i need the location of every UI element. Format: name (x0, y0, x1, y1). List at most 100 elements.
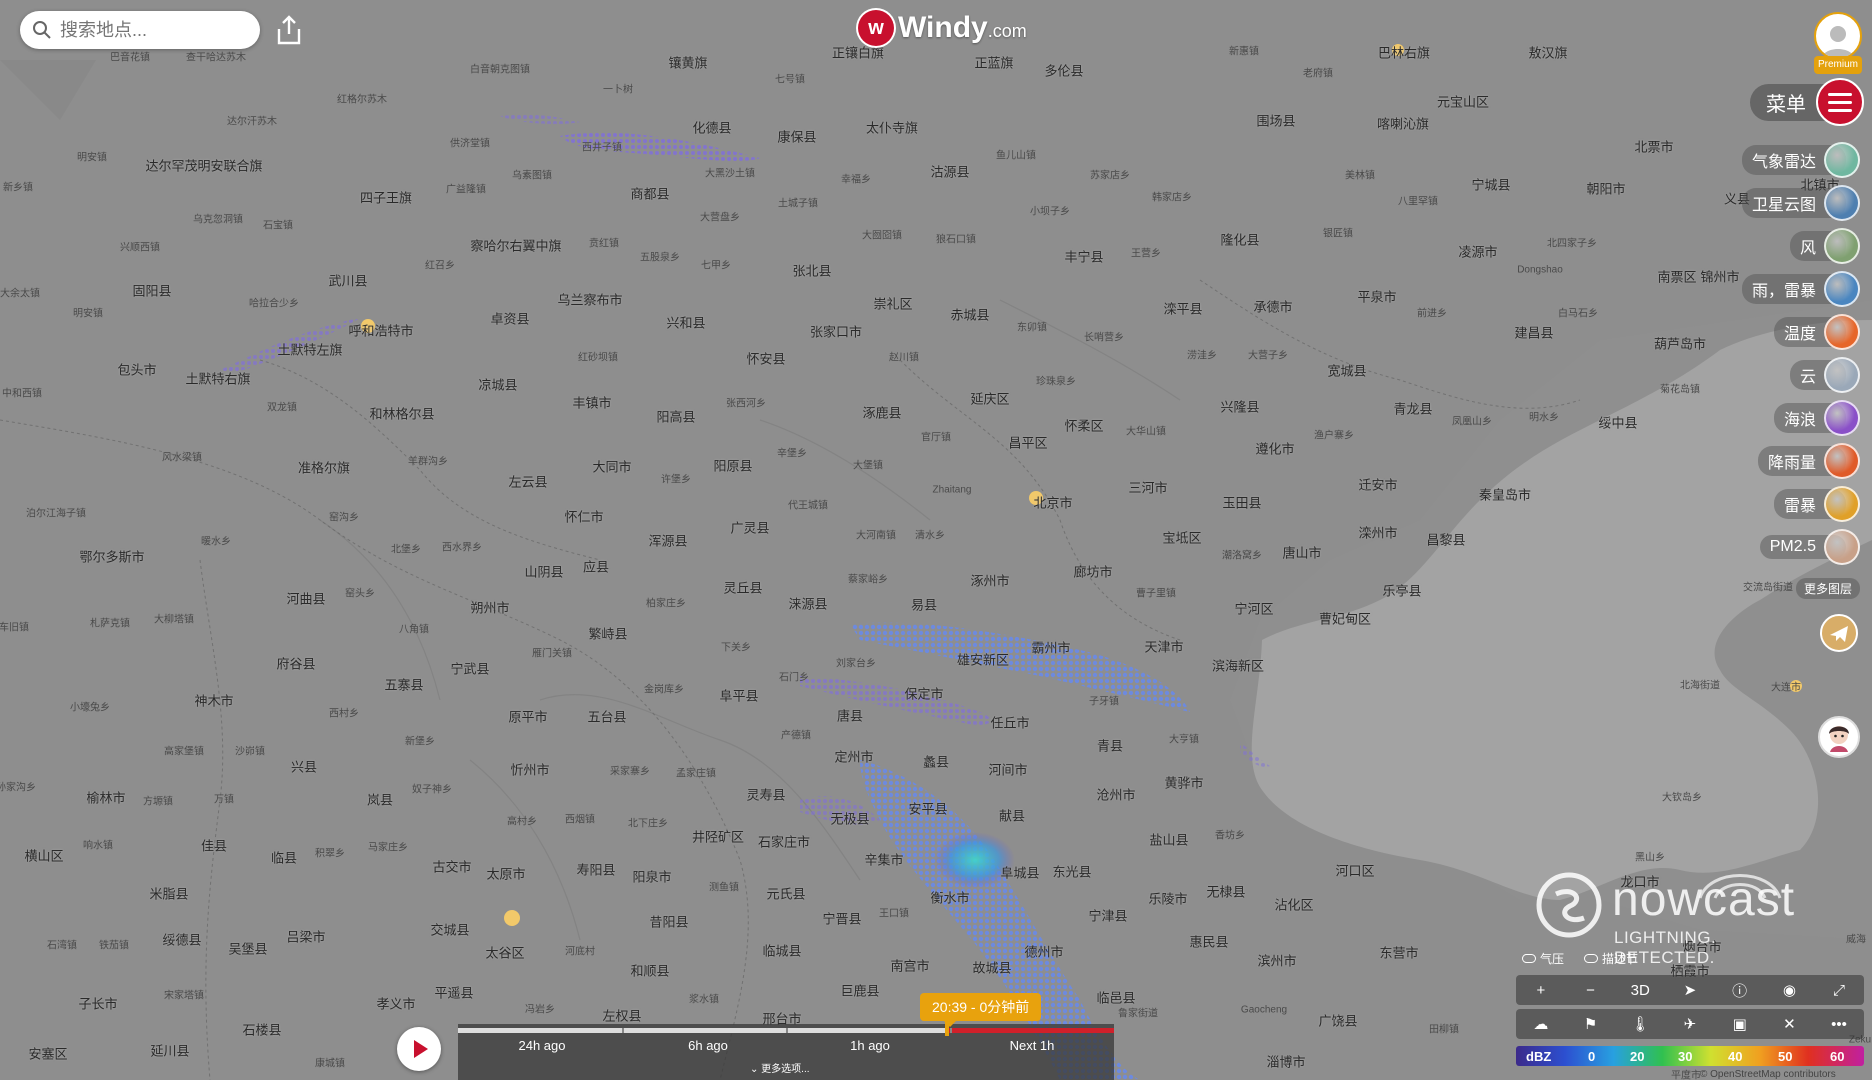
city-label[interactable]: 宁津县 (1088, 906, 1127, 925)
city-label[interactable]: 朝阳市 (1586, 179, 1625, 198)
city-label[interactable]: 安塞区 (28, 1044, 67, 1063)
more-button[interactable]: ••• (1819, 1016, 1859, 1033)
city-label[interactable]: 横山区 (24, 846, 63, 865)
city-label[interactable]: 原平市 (508, 707, 547, 726)
close-icon[interactable]: ✕ (1769, 1015, 1809, 1033)
city-label[interactable]: 榆林市 (86, 788, 125, 807)
city-label[interactable]: 繁峙县 (588, 624, 627, 643)
city-label[interactable]: 广饶县 (1318, 1011, 1357, 1030)
city-label[interactable]: 多伦县 (1044, 61, 1083, 80)
locate-me-icon[interactable]: ➤ (1670, 981, 1710, 999)
city-label[interactable]: 围场县 (1256, 111, 1295, 130)
city-label[interactable]: 丰宁县 (1064, 247, 1103, 266)
city-label[interactable]: 滨州市 (1257, 951, 1296, 970)
city-label[interactable]: 盐山县 (1149, 830, 1188, 849)
hurricane-icon[interactable]: ◉ (1769, 981, 1809, 999)
city-label[interactable]: 察哈尔右翼中旗 (470, 236, 561, 255)
city-label[interactable]: 曹妃甸区 (1319, 609, 1371, 628)
city-label[interactable]: 青龙县 (1393, 399, 1432, 418)
city-label[interactable]: 康保县 (777, 127, 816, 146)
pressure-toggle[interactable]: 气压 (1522, 950, 1564, 967)
city-label[interactable]: 石家庄市 (758, 832, 810, 851)
city-label[interactable]: 太仆寺旗 (866, 118, 918, 137)
city-label[interactable]: 化德县 (692, 118, 731, 137)
city-label[interactable]: 丰镇市 (572, 393, 611, 412)
city-label[interactable]: 灵寿县 (746, 785, 785, 804)
layer-item[interactable]: 温度 (1722, 310, 1872, 353)
current-time-bubble[interactable]: 20:39 - 0分钟前 (920, 993, 1042, 1027)
city-label[interactable]: 南宫市 (890, 956, 929, 975)
city-label[interactable]: 乐陵市 (1148, 889, 1187, 908)
city-label[interactable]: 雄安新区 (957, 650, 1009, 669)
city-label[interactable]: 保定市 (904, 684, 943, 703)
more-options-link[interactable]: ⌄ 更多选项... (750, 1060, 810, 1075)
city-label[interactable]: 辛集市 (864, 850, 903, 869)
city-label[interactable]: 阳高县 (656, 407, 695, 426)
city-label[interactable]: 河曲县 (286, 589, 325, 608)
city-label[interactable]: 沽源县 (930, 162, 969, 181)
city-label[interactable]: 阳泉市 (632, 867, 671, 886)
city-label[interactable]: 德州市 (1024, 942, 1063, 961)
city-label[interactable]: 秦皇岛市 (1479, 485, 1531, 504)
city-label[interactable]: 沧州市 (1096, 785, 1135, 804)
info-icon[interactable]: ⓘ (1720, 980, 1760, 1001)
city-label[interactable]: 献县 (999, 806, 1025, 825)
city-label[interactable]: 建昌县 (1514, 323, 1553, 342)
city-label[interactable]: 东营市 (1379, 943, 1418, 962)
layer-item[interactable]: 卫星云图 (1722, 181, 1872, 224)
city-label[interactable]: 宁城县 (1471, 175, 1510, 194)
city-label[interactable]: 霸州市 (1031, 638, 1070, 657)
zoom-in-button[interactable]: + (1521, 982, 1561, 999)
more-layers-button[interactable]: 更多图层 (1795, 578, 1860, 599)
city-label[interactable]: 兴县 (291, 757, 317, 776)
search-bar[interactable] (20, 11, 260, 49)
city-label[interactable]: 宝坻区 (1162, 528, 1201, 547)
layer-item[interactable]: 风 (1722, 224, 1872, 267)
city-label[interactable]: 商都县 (630, 184, 669, 203)
timeline-handle[interactable] (945, 1022, 949, 1036)
city-label[interactable]: 朔州市 (470, 598, 509, 617)
city-label[interactable]: 迁安市 (1358, 475, 1397, 494)
fullscreen-icon[interactable]: ⤢ (1819, 982, 1859, 999)
city-label[interactable]: 乌兰察布市 (557, 290, 622, 309)
city-label[interactable]: 山阴县 (524, 562, 563, 581)
city-label[interactable]: 达尔罕茂明安联合旗 (145, 156, 262, 175)
city-label[interactable]: 寿阳县 (576, 860, 615, 879)
city-label[interactable]: 延川县 (150, 1041, 189, 1060)
city-label[interactable]: 黄骅市 (1164, 773, 1203, 792)
timeline-label[interactable]: Next 1h (1010, 1038, 1055, 1053)
play-button[interactable] (397, 1027, 441, 1071)
3d-button[interactable]: 3D (1620, 982, 1660, 999)
airport-icon[interactable]: ✈ (1670, 1015, 1710, 1033)
city-label[interactable]: 昔阳县 (649, 912, 688, 931)
city-label[interactable]: 宽城县 (1327, 361, 1366, 380)
city-label[interactable]: 敖汉旗 (1528, 43, 1567, 62)
city-label[interactable]: 平遥县 (434, 983, 473, 1002)
city-label[interactable]: 和顺县 (630, 961, 669, 980)
timeline-forecast-segment[interactable] (948, 1028, 1114, 1033)
city-label[interactable]: 包头市 (117, 360, 156, 379)
layer-item[interactable]: 云 (1722, 353, 1872, 396)
city-label[interactable]: 忻州市 (510, 760, 549, 779)
timeline-label[interactable]: 6h ago (688, 1038, 728, 1053)
city-label[interactable]: 涿鹿县 (862, 403, 901, 422)
city-label[interactable]: 玉田县 (1222, 493, 1261, 512)
city-label[interactable]: 交城县 (430, 920, 469, 939)
city-label[interactable]: 宁河区 (1234, 599, 1273, 618)
city-label[interactable]: 张北县 (792, 261, 831, 280)
city-label[interactable]: 凌源市 (1458, 242, 1497, 261)
city-label[interactable]: 崇礼区 (873, 294, 912, 313)
city-label[interactable]: 无棣县 (1206, 882, 1245, 901)
dbz-color-legend[interactable]: dBZ 0 20 30 40 50 60 (1516, 1046, 1864, 1066)
city-label[interactable]: 石楼县 (242, 1020, 281, 1039)
city-label[interactable]: 蠡县 (923, 752, 949, 771)
city-label[interactable]: 元宝山区 (1437, 92, 1489, 111)
city-label[interactable]: 凉城县 (478, 375, 517, 394)
webcam-icon[interactable]: ▣ (1720, 1015, 1760, 1033)
city-label[interactable]: 阜城县 (1000, 863, 1039, 882)
weather-icon[interactable]: ☁ (1521, 1015, 1561, 1033)
share-button[interactable] (274, 14, 304, 46)
city-label[interactable]: 绥中县 (1598, 413, 1637, 432)
zoom-out-button[interactable]: − (1571, 982, 1611, 999)
city-label[interactable]: 太原市 (486, 864, 525, 883)
